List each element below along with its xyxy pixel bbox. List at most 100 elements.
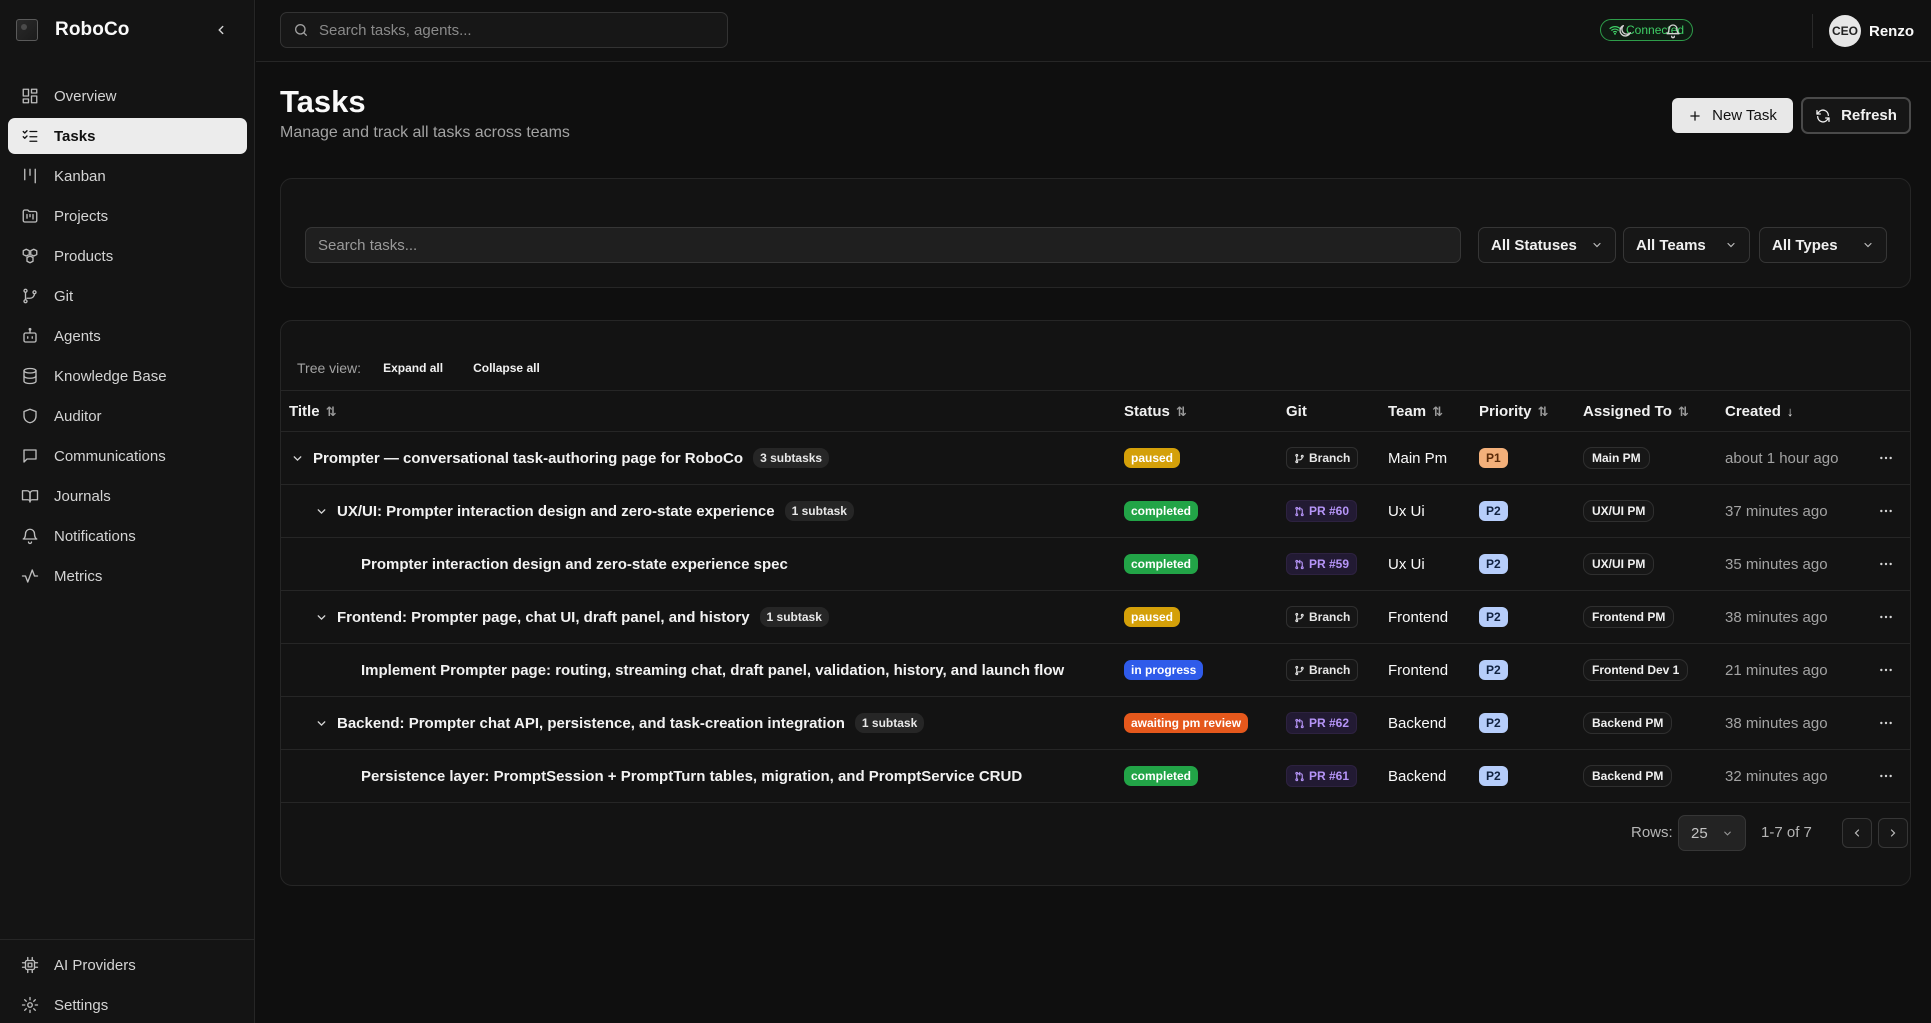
task-title[interactable]: Prompter interaction design and zero-sta… (361, 556, 788, 573)
sidebar-item-agents[interactable]: Agents (8, 318, 247, 354)
git-link-badge[interactable]: Branch (1286, 606, 1359, 628)
sidebar-item-settings[interactable]: Settings (8, 987, 247, 1023)
task-title[interactable]: Frontend: Prompter page, chat UI, draft … (337, 609, 750, 626)
git-link-badge[interactable]: PR #60 (1286, 500, 1358, 522)
column-priority[interactable]: Priority ⇅ (1479, 403, 1548, 420)
sidebar-item-projects[interactable]: Projects (8, 198, 247, 234)
task-title[interactable]: Prompter — conversational task-authoring… (313, 450, 743, 467)
table-row[interactable]: Frontend: Prompter page, chat UI, draft … (281, 591, 1910, 644)
row-actions-button[interactable] (1878, 485, 1894, 537)
sort-icon: ⇅ (325, 403, 337, 419)
table-row[interactable]: Backend: Prompter chat API, persistence,… (281, 697, 1910, 750)
user-menu[interactable]: CEO Renzo (1829, 15, 1914, 47)
sidebar-item-ai-providers[interactable]: AI Providers (8, 947, 247, 983)
task-title-cell: Persistence layer: PromptSession + Promp… (337, 750, 1022, 802)
sidebar-item-auditor[interactable]: Auditor (8, 398, 247, 434)
header-separator (1812, 14, 1813, 48)
git-link-badge[interactable]: PR #62 (1286, 712, 1358, 734)
sidebar-item-tasks[interactable]: Tasks (8, 118, 247, 154)
task-title[interactable]: Implement Prompter page: routing, stream… (361, 662, 1064, 679)
table-row[interactable]: Prompter — conversational task-authoring… (281, 432, 1910, 485)
task-search-input[interactable] (305, 227, 1461, 263)
next-page-button[interactable] (1878, 818, 1908, 848)
sidebar-bottom-nav: AI Providers Settings (8, 947, 247, 1023)
global-search[interactable] (280, 12, 728, 48)
team-filter-select[interactable]: All Teams (1623, 227, 1750, 263)
column-status[interactable]: Status ⇅ (1124, 403, 1187, 420)
bot-icon (20, 326, 40, 346)
sidebar-item-overview[interactable]: Overview (8, 78, 247, 114)
table-row[interactable]: Prompter interaction design and zero-sta… (281, 538, 1910, 591)
more-horizontal-icon (1880, 615, 1892, 619)
column-team[interactable]: Team ⇅ (1388, 403, 1443, 420)
new-task-button[interactable]: New Task (1672, 98, 1793, 133)
more-horizontal-icon (1880, 456, 1892, 460)
refresh-button[interactable]: Refresh (1801, 97, 1911, 134)
git-link-badge[interactable]: Branch (1286, 659, 1359, 681)
sidebar-item-journals[interactable]: Journals (8, 478, 247, 514)
sidebar-item-kanban[interactable]: Kanban (8, 158, 247, 194)
table-row[interactable]: Implement Prompter page: routing, stream… (281, 644, 1910, 697)
sidebar-item-notifications[interactable]: Notifications (8, 518, 247, 554)
column-title-label: Title (289, 403, 320, 420)
notifications-button[interactable] (1660, 18, 1686, 44)
task-title[interactable]: UX/UI: Prompter interaction design and z… (337, 503, 775, 520)
assignee-badge: Backend PM (1583, 765, 1673, 787)
previous-page-button[interactable] (1842, 818, 1872, 848)
column-created[interactable]: Created ↓ (1725, 403, 1793, 420)
status-filter-select[interactable]: All Statuses (1478, 227, 1616, 263)
subtask-count-badge: 1 subtask (759, 607, 829, 627)
sidebar-item-git[interactable]: Git (8, 278, 247, 314)
page-range: 1-7 of 7 (1761, 824, 1812, 841)
chevron-down-icon (1864, 242, 1872, 248)
sidebar-item-metrics[interactable]: Metrics (8, 558, 247, 594)
expand-toggle-button[interactable] (289, 450, 305, 466)
expand-toggle-button[interactable] (313, 715, 329, 731)
status-badge: in progress (1124, 660, 1204, 680)
created-cell: 32 minutes ago (1725, 767, 1828, 785)
sidebar-item-label: AI Providers (54, 956, 136, 974)
sort-icon: ⇅ (1537, 403, 1549, 419)
sidebar-item-knowledge-base[interactable]: Knowledge Base (8, 358, 247, 394)
theme-toggle-button[interactable] (1612, 18, 1638, 44)
task-title-cell: Implement Prompter page: routing, stream… (337, 644, 1064, 696)
row-actions-button[interactable] (1878, 538, 1894, 590)
rows-per-page-select[interactable]: 25 (1678, 815, 1746, 851)
type-filter-select[interactable]: All Types (1759, 227, 1887, 263)
collapse-all-button[interactable]: Collapse all (463, 357, 550, 379)
row-actions-button[interactable] (1878, 644, 1894, 696)
column-assigned[interactable]: Assigned To ⇅ (1583, 403, 1689, 420)
column-title[interactable]: Title ⇅ (289, 403, 336, 420)
row-actions-button[interactable] (1878, 591, 1894, 643)
bell-icon (1666, 24, 1680, 39)
expand-toggle-button[interactable] (313, 503, 329, 519)
shield-icon (20, 406, 40, 426)
expand-all-button[interactable]: Expand all (373, 357, 453, 379)
git-link-badge[interactable]: PR #59 (1286, 553, 1358, 575)
table-row[interactable]: UX/UI: Prompter interaction design and z… (281, 485, 1910, 538)
expand-toggle-button[interactable] (313, 609, 329, 625)
git-link-badge[interactable]: PR #61 (1286, 765, 1358, 787)
tasks-table-card: Tree view: Expand all Collapse all Title… (280, 320, 1911, 886)
git-link-badge[interactable]: Branch (1286, 447, 1359, 469)
task-title[interactable]: Backend: Prompter chat API, persistence,… (337, 715, 845, 732)
layout-grid-icon (20, 86, 40, 106)
task-title[interactable]: Persistence layer: PromptSession + Promp… (361, 768, 1022, 785)
top-bar: Connected CEO Renzo (256, 0, 1931, 62)
row-actions-button[interactable] (1878, 697, 1894, 749)
collapse-sidebar-button[interactable] (208, 18, 234, 42)
row-actions-button[interactable] (1878, 432, 1894, 484)
created-cell: 35 minutes ago (1725, 555, 1828, 573)
tree-view-label: Tree view: (297, 360, 362, 376)
row-actions-button[interactable] (1878, 750, 1894, 802)
global-search-input[interactable] (319, 21, 719, 39)
sidebar-item-products[interactable]: Products (8, 238, 247, 274)
sidebar-item-communications[interactable]: Communications (8, 438, 247, 474)
brand[interactable]: RoboCo (16, 16, 129, 44)
chevron-down-icon (317, 508, 325, 514)
table-row[interactable]: Persistence layer: PromptSession + Promp… (281, 750, 1910, 803)
more-horizontal-icon (1880, 774, 1892, 778)
list-checks-icon (20, 126, 40, 146)
column-team-label: Team (1388, 403, 1427, 420)
created-cell: 37 minutes ago (1725, 502, 1828, 520)
